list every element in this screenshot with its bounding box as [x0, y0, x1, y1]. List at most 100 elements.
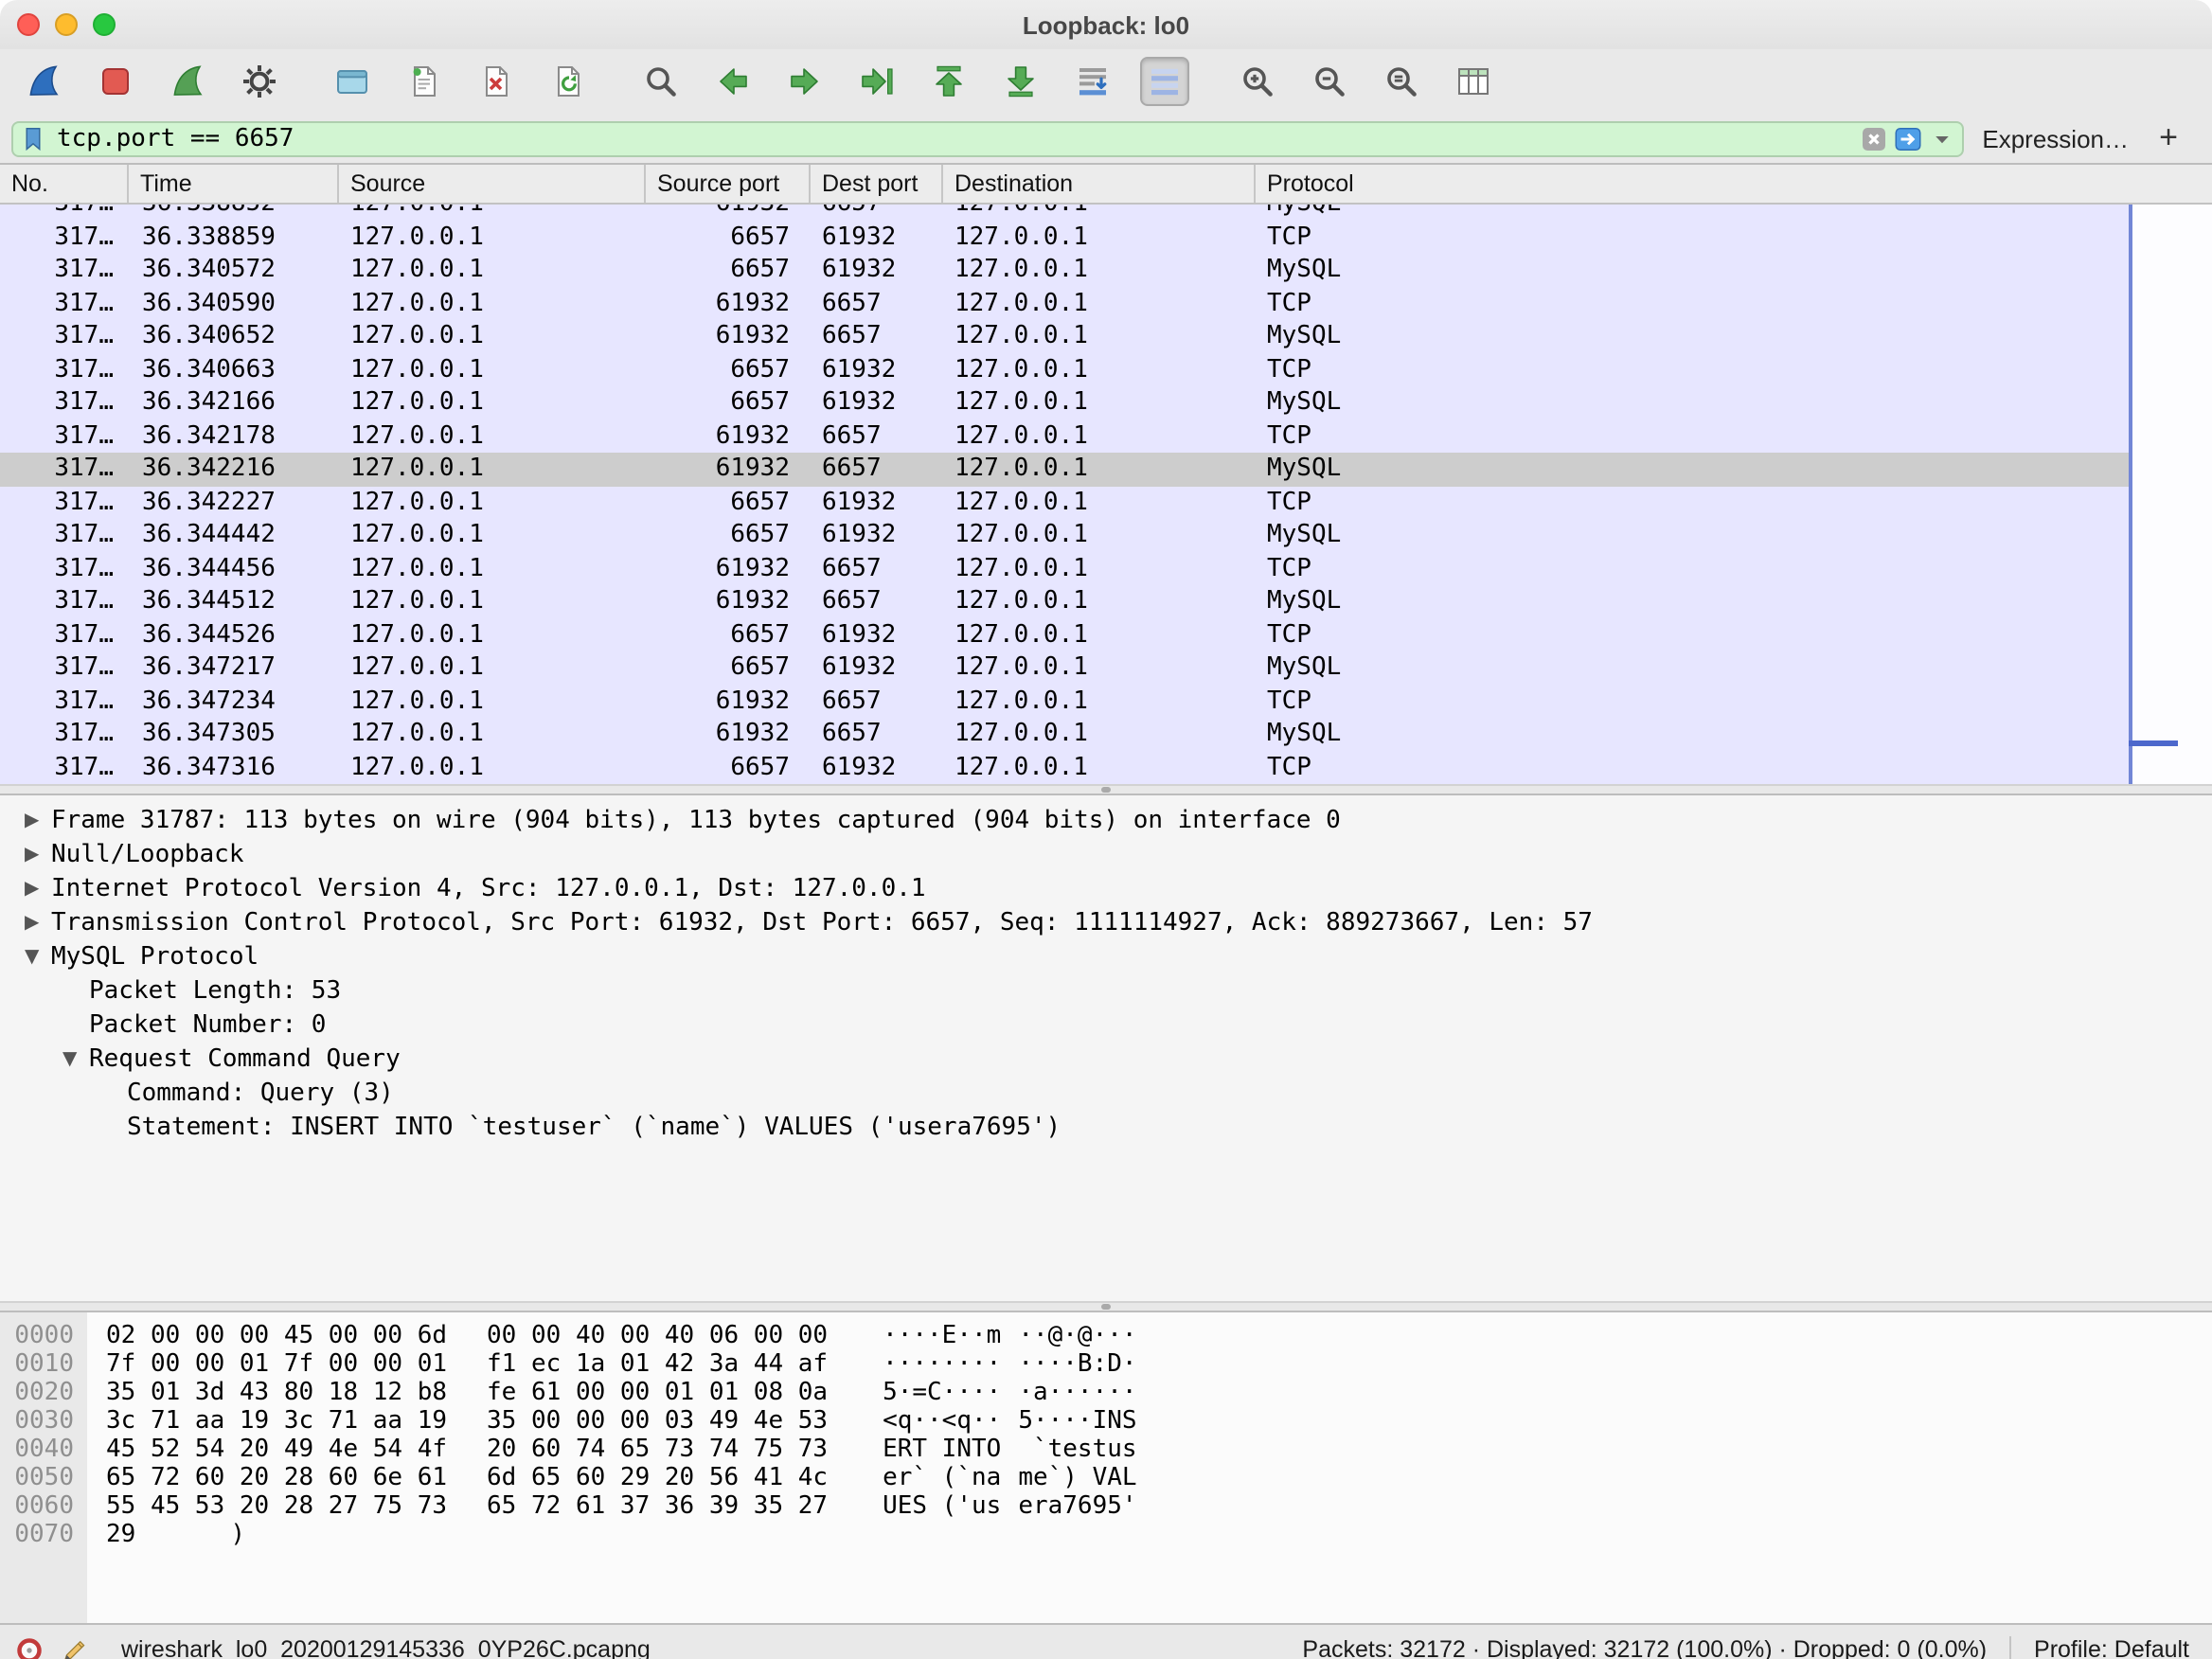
expert-info-icon[interactable] — [15, 1635, 44, 1659]
minimize-window-button[interactable] — [55, 13, 78, 36]
display-filter-field[interactable] — [11, 120, 1963, 156]
go-last-button[interactable] — [996, 57, 1045, 106]
packet-row[interactable]: 317…36.347305127.0.0.1619326657127.0.0.1… — [0, 718, 2212, 751]
apply-filter-icon[interactable] — [1893, 124, 1921, 152]
close-window-button[interactable] — [17, 13, 40, 36]
column-header-sport[interactable]: Source port — [646, 165, 811, 203]
column-header-dport[interactable]: Dest port — [811, 165, 943, 203]
capture-restart-button[interactable] — [163, 57, 212, 106]
packet-row[interactable]: 317…36.342216127.0.0.1619326657127.0.0.1… — [0, 453, 2212, 486]
capture-options-button[interactable] — [235, 57, 284, 106]
colorize-packets-button[interactable] — [1140, 57, 1189, 106]
zoom-reset-button[interactable] — [1377, 57, 1426, 106]
colorize-icon — [1146, 62, 1184, 100]
detail-line[interactable]: ▶Null/Loopback — [0, 839, 2212, 873]
cell-dport: 61932 — [811, 751, 943, 784]
packet-row[interactable]: 317…36.342178127.0.0.1619326657127.0.0.1… — [0, 419, 2212, 453]
go-first-button[interactable] — [924, 57, 973, 106]
expression-button[interactable]: Expression… — [1982, 124, 2129, 152]
detail-text: Command: Query (3) — [127, 1078, 394, 1112]
column-header-source[interactable]: Source — [339, 165, 646, 203]
go-back-button[interactable] — [708, 57, 758, 106]
packet-row[interactable]: 317…36.347316127.0.0.1665761932127.0.0.1… — [0, 751, 2212, 784]
packet-row[interactable]: 317…36.340590127.0.0.1619326657127.0.0.1… — [0, 287, 2212, 320]
hex-line[interactable]: 000002 00 00 00 45 00 00 6d00 00 40 00 4… — [0, 1322, 2212, 1350]
column-header-proto[interactable]: Protocol — [1256, 165, 2212, 203]
packet-row[interactable]: 317…36.340572127.0.0.1665761932127.0.0.1… — [0, 254, 2212, 287]
detail-line[interactable]: ▶Internet Protocol Version 4, Src: 127.0… — [0, 873, 2212, 907]
profile-selector[interactable]: Profile: Default — [2034, 1636, 2189, 1659]
packet-row[interactable]: 317…36.338859127.0.0.1665761932127.0.0.1… — [0, 221, 2212, 254]
expand-arrow-icon: ▶ — [25, 839, 51, 873]
capture-start-button[interactable] — [19, 57, 68, 106]
packet-row[interactable]: 317…36.344456127.0.0.1619326657127.0.0.1… — [0, 552, 2212, 585]
packet-row[interactable]: 317…36.340652127.0.0.1619326657127.0.0.1… — [0, 320, 2212, 353]
list-details-splitter[interactable] — [0, 784, 2212, 795]
packet-row[interactable]: 317…36.342166127.0.0.1665761932127.0.0.1… — [0, 386, 2212, 419]
packet-row[interactable]: 317…36.347217127.0.0.1665761932127.0.0.1… — [0, 651, 2212, 685]
detail-line[interactable]: Statement: INSERT INTO `testuser` (`name… — [0, 1112, 2212, 1146]
hex-line[interactable]: 004045 52 54 20 49 4e 54 4f20 60 74 65 7… — [0, 1436, 2212, 1464]
scrollbar-position-indicator[interactable] — [2129, 740, 2178, 746]
cell-source: 127.0.0.1 — [339, 519, 646, 552]
packet-row[interactable]: 317…36.344442127.0.0.1665761932127.0.0.1… — [0, 519, 2212, 552]
resize-columns-button[interactable] — [1449, 57, 1498, 106]
detail-line[interactable]: Command: Query (3) — [0, 1078, 2212, 1112]
hex-line[interactable]: 005065 72 60 20 28 60 6e 616d 65 60 29 2… — [0, 1464, 2212, 1492]
add-filter-button[interactable]: + — [2151, 121, 2185, 155]
cell-time: 36.347234 — [129, 685, 339, 718]
cell-proto: TCP — [1256, 552, 2212, 585]
capture-comment-pencil-icon[interactable] — [61, 1635, 89, 1659]
cell-sport: 6657 — [646, 618, 811, 651]
packet-row[interactable]: 317…36.344526127.0.0.1665761932127.0.0.1… — [0, 618, 2212, 651]
save-file-button[interactable] — [400, 57, 449, 106]
packet-row[interactable]: 317…36.342227127.0.0.1665761932127.0.0.1… — [0, 486, 2212, 519]
column-header-time[interactable]: Time — [129, 165, 339, 203]
clear-filter-icon[interactable] — [1859, 124, 1887, 152]
close-file-icon — [477, 62, 515, 100]
zoom-in-button[interactable] — [1233, 57, 1282, 106]
go-forward-button[interactable] — [780, 57, 830, 106]
open-file-button[interactable] — [328, 57, 377, 106]
detail-text: Null/Loopback — [51, 839, 244, 873]
details-bytes-splitter[interactable] — [0, 1301, 2212, 1312]
cell-dport: 61932 — [811, 651, 943, 685]
close-file-button[interactable] — [472, 57, 521, 106]
auto-scroll-button[interactable] — [1068, 57, 1117, 106]
hex-line[interactable]: 00107f 00 00 01 7f 00 00 01f1 ec 1a 01 4… — [0, 1350, 2212, 1379]
column-header-dest[interactable]: Destination — [943, 165, 1256, 203]
go-to-packet-button[interactable] — [852, 57, 901, 106]
reload-file-button[interactable] — [544, 57, 593, 106]
hex-line[interactable]: 006055 45 53 20 28 27 75 7365 72 61 37 3… — [0, 1492, 2212, 1521]
detail-line[interactable]: ▶Frame 31787: 113 bytes on wire (904 bit… — [0, 805, 2212, 839]
bookmark-icon[interactable] — [19, 124, 47, 152]
window-controls — [17, 0, 116, 49]
cell-no: 317… — [0, 486, 129, 519]
cell-dport: 61932 — [811, 618, 943, 651]
filter-input[interactable] — [53, 122, 1853, 154]
detail-line[interactable]: Packet Number: 0 — [0, 1009, 2212, 1044]
detail-line[interactable]: ▼Request Command Query — [0, 1044, 2212, 1078]
filter-history-chevron-icon[interactable] — [1927, 124, 1955, 152]
capture-stop-button[interactable] — [91, 57, 140, 106]
zoom-window-button[interactable] — [93, 13, 116, 36]
detail-line[interactable]: ▼MySQL Protocol — [0, 941, 2212, 975]
cell-time: 36.344526 — [129, 618, 339, 651]
hex-line[interactable]: 007029) — [0, 1521, 2212, 1549]
packet-row[interactable]: 317…36.338852127.0.0.1619326657127.0.0.1… — [0, 205, 2212, 221]
packet-list-scrollbar[interactable] — [2129, 205, 2212, 784]
hex-line[interactable]: 00303c 71 aa 19 3c 71 aa 1935 00 00 00 0… — [0, 1407, 2212, 1436]
hex-offset: 0040 — [0, 1436, 87, 1464]
cell-time: 36.344456 — [129, 552, 339, 585]
find-packet-button[interactable] — [636, 57, 686, 106]
hex-line[interactable]: 002035 01 3d 43 80 18 12 b8fe 61 00 00 0… — [0, 1379, 2212, 1407]
status-bar: wireshark_lo0_20200129145336_0YP26C.pcap… — [0, 1623, 2212, 1659]
zoom-out-button[interactable] — [1305, 57, 1354, 106]
detail-line[interactable]: Packet Length: 53 — [0, 975, 2212, 1009]
hex-bytes: 00 00 40 00 40 06 00 00 — [487, 1322, 828, 1350]
packet-row[interactable]: 317…36.344512127.0.0.1619326657127.0.0.1… — [0, 585, 2212, 618]
packet-row[interactable]: 317…36.347234127.0.0.1619326657127.0.0.1… — [0, 685, 2212, 718]
packet-row[interactable]: 317…36.340663127.0.0.1665761932127.0.0.1… — [0, 353, 2212, 386]
column-header-no[interactable]: No. — [0, 165, 129, 203]
detail-line[interactable]: ▶Transmission Control Protocol, Src Port… — [0, 907, 2212, 941]
